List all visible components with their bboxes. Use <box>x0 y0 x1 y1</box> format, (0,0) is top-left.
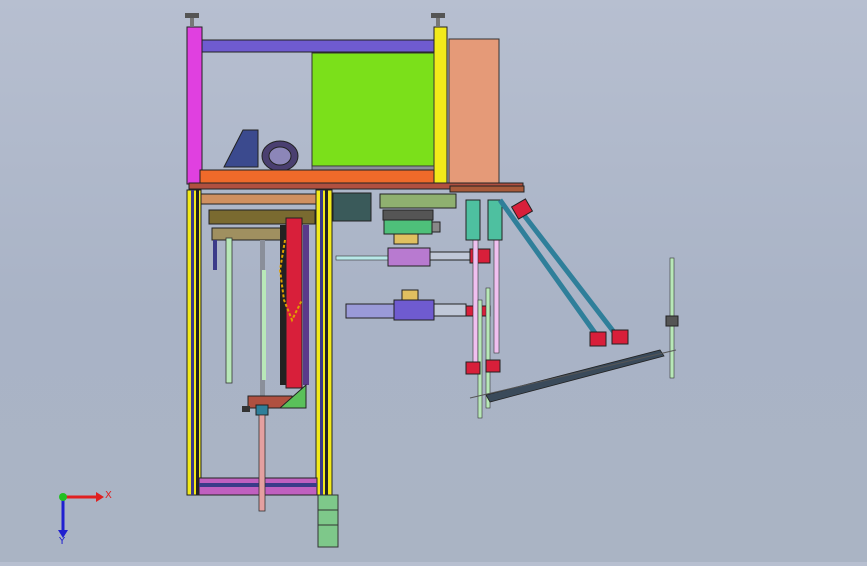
cad-viewport[interactable]: X Y <box>0 0 867 562</box>
triad-x-label: X <box>105 490 112 501</box>
upper-frame <box>185 13 525 193</box>
lift-mechanism <box>208 209 316 512</box>
vertical-rods <box>465 199 679 419</box>
axis-triad-icon: X Y <box>58 490 112 547</box>
triad-y-label: Y <box>58 536 66 547</box>
cad-model-view: X Y <box>58 13 679 548</box>
